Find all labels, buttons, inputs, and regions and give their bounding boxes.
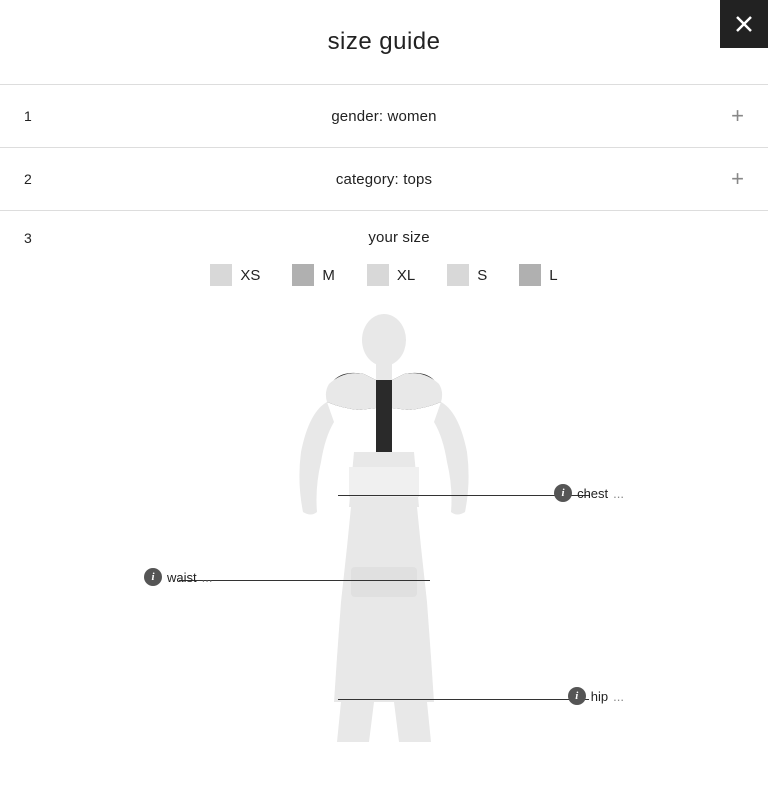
waist-measurement-label[interactable]: i waist... [144,568,212,586]
hip-measurement-label[interactable]: i hip... [568,687,624,705]
step-number-2: 2 [24,171,54,187]
chest-measurement-line [338,495,589,496]
close-button[interactable] [720,0,768,48]
hip-info-icon[interactable]: i [568,687,586,705]
gender-row[interactable]: 1 gender: women + [0,84,768,147]
waist-info-icon[interactable]: i [144,568,162,586]
s-checkbox[interactable] [447,264,469,286]
waist-text: waist [167,570,197,585]
your-size-label: your size [54,229,744,246]
step-number-3: 3 [24,230,54,246]
your-size-section: 3 your size XS M XL S L [0,210,768,742]
size-option-xl[interactable]: XL [367,264,415,286]
hip-text: hip [591,689,608,704]
s-label: S [477,267,487,284]
chest-info-icon[interactable]: i [554,484,572,502]
body-figure-svg [279,312,489,742]
step-number-1: 1 [24,108,54,124]
category-row[interactable]: 2 category: tops + [0,147,768,210]
xl-label: XL [397,267,415,284]
size-option-s[interactable]: S [447,264,487,286]
l-checkbox[interactable] [519,264,541,286]
chest-text: chest [577,486,608,501]
gender-expand-icon[interactable]: + [714,103,744,129]
l-label: L [549,267,557,284]
xs-checkbox[interactable] [210,264,232,286]
xl-checkbox[interactable] [367,264,389,286]
waist-dots: ... [202,570,213,585]
xs-label: XS [240,267,260,284]
category-label: category: tops [54,171,714,188]
m-checkbox[interactable] [292,264,314,286]
waist-measurement-line [179,580,430,581]
m-label: M [322,267,335,284]
size-options-group: XS M XL S L [24,264,744,296]
size-option-l[interactable]: L [519,264,557,286]
size-option-m[interactable]: M [292,264,335,286]
size-option-xs[interactable]: XS [210,264,260,286]
gender-label: gender: women [54,108,714,125]
body-diagram: i chest... i waist... i hip... [24,312,744,742]
category-expand-icon[interactable]: + [714,166,744,192]
hip-dots: ... [613,689,624,704]
chest-measurement-label[interactable]: i chest... [554,484,624,502]
page-title: size guide [0,0,768,84]
chest-dots: ... [613,486,624,501]
hip-measurement-line [338,699,589,700]
